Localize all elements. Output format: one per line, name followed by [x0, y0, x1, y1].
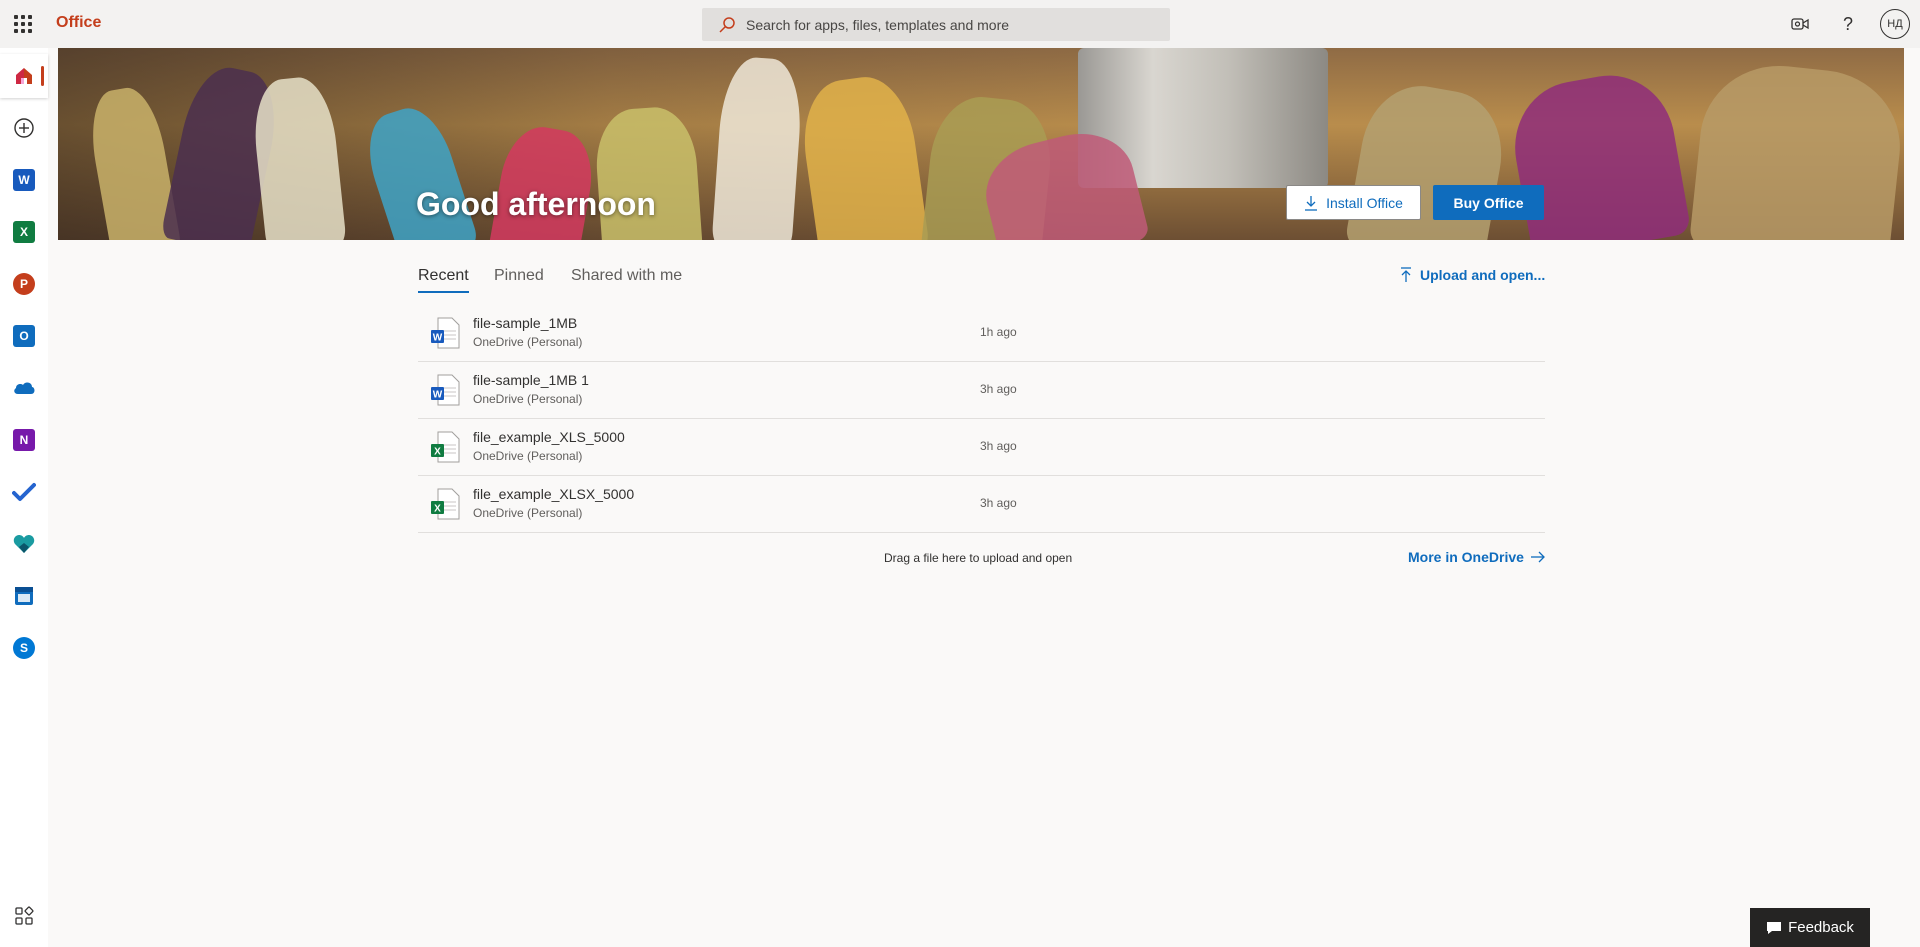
feedback-label: Feedback — [1788, 919, 1854, 936]
onedrive-icon — [14, 382, 35, 394]
calendar-icon — [15, 587, 33, 605]
svg-text:W: W — [433, 333, 443, 344]
file-row[interactable]: W file-sample_1MB 1 OneDrive (Personal) … — [418, 362, 1545, 419]
brush-decoration — [796, 71, 930, 240]
download-icon — [1305, 195, 1318, 211]
file-row[interactable]: W file-sample_1MB OneDrive (Personal) 1h… — [418, 305, 1545, 362]
tab-shared-with-me[interactable]: Shared with me — [571, 267, 682, 291]
file-name: file_example_XLS_5000 — [473, 429, 625, 445]
help-icon: ? — [1842, 13, 1853, 34]
file-time: 1h ago — [980, 325, 1017, 339]
arrow-right-icon — [1530, 551, 1545, 563]
powerpoint-icon: P — [13, 273, 35, 295]
all-apps-icon — [15, 906, 34, 925]
excel-file-icon: X — [431, 488, 460, 520]
onenote-icon: N — [13, 429, 35, 451]
app-launcher-button[interactable] — [9, 9, 37, 39]
app-rail: W X P O N S — [0, 48, 48, 947]
more-in-onedrive-label: More in OneDrive — [1408, 549, 1524, 565]
upload-icon — [1401, 267, 1411, 282]
tab-pinned[interactable]: Pinned — [494, 267, 544, 291]
rail-item-skype[interactable]: S — [0, 626, 48, 670]
top-bar: Office Search for apps, files, templates… — [0, 0, 1920, 48]
search-box[interactable]: Search for apps, files, templates and mo… — [702, 8, 1170, 41]
search-icon — [719, 17, 735, 33]
rail-item-onenote[interactable]: N — [0, 418, 48, 462]
rail-item-todo[interactable] — [0, 470, 48, 514]
word-icon: W — [13, 169, 35, 191]
rail-item-family-safety[interactable] — [0, 522, 48, 566]
word-file-icon: W — [431, 317, 460, 349]
file-time: 3h ago — [980, 439, 1017, 453]
greeting-title: Good afternoon — [416, 186, 656, 222]
plus-circle-icon — [14, 118, 34, 138]
file-location: OneDrive (Personal) — [473, 392, 583, 406]
upload-and-open-label: Upload and open... — [1420, 267, 1546, 283]
feedback-icon — [1767, 921, 1782, 934]
word-file-icon: W — [431, 374, 460, 406]
meet-now-button[interactable] — [1786, 10, 1814, 38]
rail-item-excel[interactable]: X — [0, 210, 48, 254]
rail-item-home[interactable] — [0, 54, 48, 98]
upload-and-open-button[interactable]: Upload and open... — [1400, 267, 1545, 283]
video-call-icon — [1791, 18, 1809, 30]
more-in-onedrive-link[interactable]: More in OneDrive — [1408, 549, 1546, 565]
hero-banner — [58, 48, 1904, 240]
svg-text:X: X — [434, 504, 441, 515]
file-time: 3h ago — [980, 496, 1017, 510]
file-name: file-sample_1MB — [473, 315, 578, 331]
file-location: OneDrive (Personal) — [473, 335, 583, 349]
file-location: OneDrive (Personal) — [473, 449, 583, 463]
help-button[interactable]: ? — [1834, 10, 1862, 38]
tab-recent[interactable]: Recent — [418, 267, 469, 293]
excel-icon: X — [13, 221, 35, 243]
file-row[interactable]: X file_example_XLS_5000 OneDrive (Person… — [418, 419, 1545, 476]
rail-item-all-apps[interactable] — [0, 894, 48, 938]
brush-decoration — [1688, 58, 1904, 240]
file-name: file_example_XLSX_5000 — [473, 486, 635, 502]
svg-text:X: X — [434, 447, 441, 458]
rail-item-outlook[interactable]: O — [0, 314, 48, 358]
rail-item-create[interactable] — [0, 106, 48, 150]
rail-item-onedrive[interactable] — [0, 366, 48, 410]
buy-office-button[interactable]: Buy Office — [1433, 185, 1544, 220]
waffle-icon — [14, 15, 32, 33]
brush-decoration — [711, 55, 805, 240]
svg-text:W: W — [433, 390, 443, 401]
file-name: file-sample_1MB 1 — [473, 372, 589, 388]
install-office-button[interactable]: Install Office — [1286, 185, 1421, 220]
file-time: 3h ago — [980, 382, 1017, 396]
outlook-icon: O — [13, 325, 35, 347]
family-safety-icon — [13, 535, 35, 553]
rail-item-powerpoint[interactable]: P — [0, 262, 48, 306]
file-location: OneDrive (Personal) — [473, 506, 583, 520]
skype-icon: S — [13, 637, 35, 659]
install-office-label: Install Office — [1326, 194, 1403, 211]
feedback-button[interactable]: Feedback — [1750, 908, 1870, 947]
todo-check-icon — [12, 483, 36, 501]
office-brand-link[interactable]: Office — [56, 14, 101, 32]
home-icon — [16, 68, 32, 84]
drag-drop-hint: Drag a file here to upload and open — [884, 551, 1073, 565]
brush-decoration — [249, 74, 347, 240]
file-row[interactable]: X file_example_XLSX_5000 OneDrive (Perso… — [418, 476, 1545, 533]
search-placeholder: Search for apps, files, templates and mo… — [746, 17, 1010, 33]
excel-file-icon: X — [431, 431, 460, 463]
rail-item-word[interactable]: W — [0, 158, 48, 202]
buy-office-label: Buy Office — [1453, 194, 1524, 211]
avatar[interactable]: НД — [1880, 9, 1910, 39]
rail-item-calendar[interactable] — [0, 574, 48, 618]
